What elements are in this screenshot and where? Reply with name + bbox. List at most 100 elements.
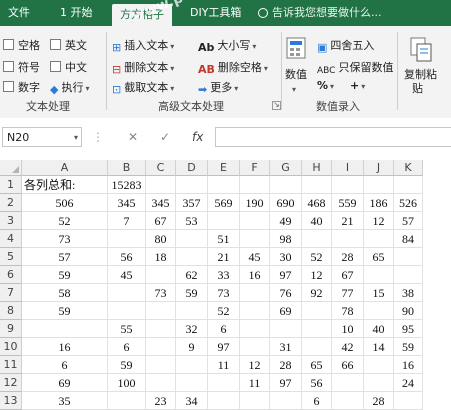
cell-C13[interactable]: 23 [146,392,176,410]
cell-F8[interactable] [240,302,270,320]
tab-diy-toolbox[interactable]: DIY工具箱 [190,0,241,26]
row-header[interactable]: 4 [0,230,22,248]
column-header[interactable]: I [332,160,364,176]
column-header[interactable]: H [302,160,332,176]
cell-B13[interactable] [108,392,146,410]
cell-J3[interactable]: 12 [364,212,394,230]
cell-J12[interactable] [364,374,394,392]
cell-D1[interactable] [176,176,208,194]
cell-I7[interactable]: 77 [332,284,364,302]
checkbox-symbol[interactable]: 符号 [3,59,40,75]
cell-D2[interactable]: 357 [176,194,208,212]
cell-B2[interactable]: 345 [108,194,146,212]
row-header[interactable]: 11 [0,356,22,374]
cell-G13[interactable] [270,392,302,410]
plus-button[interactable]: + ▾ [350,79,365,92]
more-button[interactable]: ➡ 更多 ▾ [198,79,238,96]
cell-C8[interactable] [146,302,176,320]
cell-C7[interactable]: 73 [146,284,176,302]
round-button[interactable]: ▣ 四舍五入 [317,37,374,54]
cell-E10[interactable]: 97 [208,338,240,356]
tab-home[interactable]: 1 开始 [60,0,93,26]
cell-K5[interactable] [394,248,423,266]
cell-I12[interactable] [332,374,364,392]
select-all-corner[interactable] [0,160,22,176]
cell-B1[interactable]: 15283 [108,176,146,194]
cell-C5[interactable]: 18 [146,248,176,266]
cell-E9[interactable]: 6 [208,320,240,338]
cell-E4[interactable]: 51 [208,230,240,248]
column-header[interactable]: J [364,160,394,176]
chevron-down-icon[interactable]: ▾ [74,128,78,148]
cell-D6[interactable]: 62 [176,266,208,284]
name-box[interactable]: N20 ▾ [2,127,82,147]
cell-F1[interactable] [240,176,270,194]
cell-C9[interactable] [146,320,176,338]
percent-button[interactable]: % ▾ [317,79,334,92]
row-header[interactable]: 12 [0,374,22,392]
cell-C11[interactable] [146,356,176,374]
row-header[interactable]: 10 [0,338,22,356]
cell-H8[interactable] [302,302,332,320]
cell-E3[interactable] [208,212,240,230]
cell-E5[interactable]: 21 [208,248,240,266]
cell-A2[interactable]: 506 [22,194,108,212]
cell-H7[interactable]: 92 [302,284,332,302]
cell-A8[interactable]: 59 [22,302,108,320]
cell-J5[interactable]: 65 [364,248,394,266]
insert-text-button[interactable]: ⊞ 插入文本 ▾ [112,37,174,54]
cell-C1[interactable] [146,176,176,194]
tab-file[interactable]: 文件 [8,0,30,26]
cell-I10[interactable]: 42 [332,338,364,356]
cell-B4[interactable] [108,230,146,248]
cell-I1[interactable] [332,176,364,194]
cell-A5[interactable]: 57 [22,248,108,266]
cell-J6[interactable] [364,266,394,284]
row-header[interactable]: 5 [0,248,22,266]
cell-A6[interactable]: 59 [22,266,108,284]
execute-button[interactable]: ◆ 执行 ▾ [50,79,89,96]
cell-I6[interactable]: 67 [332,266,364,284]
cell-D8[interactable] [176,302,208,320]
cell-G5[interactable]: 30 [270,248,302,266]
cell-G10[interactable]: 31 [270,338,302,356]
cell-B9[interactable]: 55 [108,320,146,338]
cell-B7[interactable] [108,284,146,302]
cell-H12[interactable]: 56 [302,374,332,392]
tab-fangfanggezi[interactable]: 方方格子 [112,4,172,26]
cell-D13[interactable]: 34 [176,392,208,410]
cell-A4[interactable]: 73 [22,230,108,248]
column-header[interactable]: F [240,160,270,176]
cell-H11[interactable]: 65 [302,356,332,374]
cell-H9[interactable] [302,320,332,338]
cell-K3[interactable]: 57 [394,212,423,230]
cell-C10[interactable] [146,338,176,356]
cancel-icon[interactable]: ✕ [128,127,138,147]
cell-G8[interactable]: 69 [270,302,302,320]
cell-H13[interactable]: 6 [302,392,332,410]
cell-E8[interactable]: 52 [208,302,240,320]
cell-I11[interactable]: 66 [332,356,364,374]
row-header[interactable]: 13 [0,392,22,410]
cell-F5[interactable]: 45 [240,248,270,266]
cell-K12[interactable]: 24 [394,374,423,392]
cell-A7[interactable]: 58 [22,284,108,302]
keep-numeric-button[interactable]: ABC 只保留数值 [317,59,393,76]
cell-I13[interactable] [332,392,364,410]
cell-B8[interactable] [108,302,146,320]
cell-B12[interactable]: 100 [108,374,146,392]
cell-C6[interactable] [146,266,176,284]
cell-B11[interactable]: 59 [108,356,146,374]
cell-E13[interactable] [208,392,240,410]
column-header[interactable]: C [146,160,176,176]
cell-G1[interactable] [270,176,302,194]
cell-C3[interactable]: 67 [146,212,176,230]
cell-J11[interactable] [364,356,394,374]
cell-A13[interactable]: 35 [22,392,108,410]
insert-function-icon[interactable]: fx [192,127,203,147]
cell-K6[interactable] [394,266,423,284]
cell-C2[interactable]: 345 [146,194,176,212]
cell-K7[interactable]: 38 [394,284,423,302]
cell-F2[interactable]: 190 [240,194,270,212]
cell-F9[interactable] [240,320,270,338]
